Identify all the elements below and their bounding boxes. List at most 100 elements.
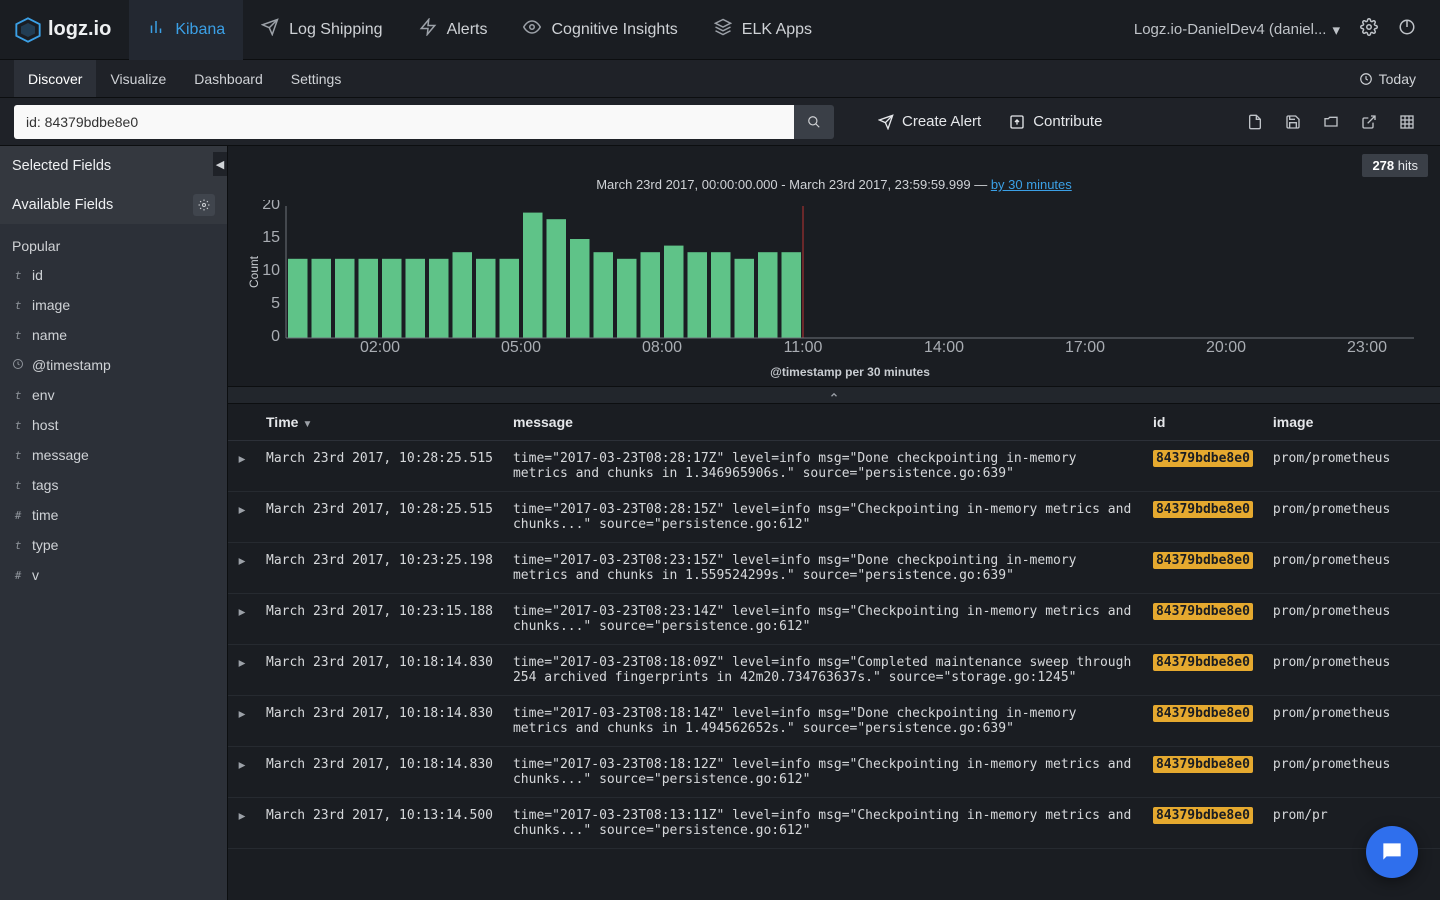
column-header-id[interactable]: id xyxy=(1143,404,1263,441)
row-expand-toggle[interactable]: ▸ xyxy=(228,492,256,543)
subnav-item-visualize[interactable]: Visualize xyxy=(96,60,180,97)
subnav-item-discover[interactable]: Discover xyxy=(14,60,96,97)
field-item-at-timestamp[interactable]: @timestamp xyxy=(0,350,227,380)
query-submit-button[interactable] xyxy=(794,105,834,139)
field-type-icon: t xyxy=(12,479,24,492)
eye-icon xyxy=(523,18,541,41)
field-item-message[interactable]: tmessage xyxy=(0,440,227,470)
new-search-button[interactable] xyxy=(1236,105,1274,139)
save-icon xyxy=(1285,114,1301,130)
field-item-v[interactable]: #v xyxy=(0,560,227,590)
cell-id: 84379bdbe8e0 xyxy=(1143,543,1263,594)
svg-text:20:00: 20:00 xyxy=(1206,339,1246,356)
bar-chart-icon xyxy=(147,18,165,41)
field-name: v xyxy=(32,567,39,583)
cell-id: 84379bdbe8e0 xyxy=(1143,798,1263,849)
hits-count-badge: 278 hits xyxy=(1362,154,1428,177)
time-range-picker[interactable]: Today xyxy=(1349,60,1426,97)
gear-icon xyxy=(1360,18,1378,36)
account-switcher[interactable]: Logz.io-DanielDev4 (daniel... ▾ xyxy=(1124,21,1350,39)
paper-plane-icon xyxy=(878,114,894,130)
create-alert-button[interactable]: Create Alert xyxy=(864,105,995,139)
column-header-message[interactable]: message xyxy=(503,404,1143,441)
cell-image: prom/prometheus xyxy=(1263,441,1440,492)
field-item-type[interactable]: ttype xyxy=(0,530,227,560)
cell-message: time="2017-03-23T08:18:09Z" level=info m… xyxy=(503,645,1143,696)
cell-message: time="2017-03-23T08:13:11Z" level=info m… xyxy=(503,798,1143,849)
power-icon xyxy=(1398,18,1416,36)
cell-id: 84379bdbe8e0 xyxy=(1143,492,1263,543)
row-expand-toggle[interactable]: ▸ xyxy=(228,543,256,594)
share-search-button[interactable] xyxy=(1350,105,1388,139)
sidebar-collapse-toggle[interactable]: ◀ xyxy=(213,152,227,176)
table-row: ▸March 23rd 2017, 10:28:25.515time="2017… xyxy=(228,441,1440,492)
contribute-button[interactable]: Contribute xyxy=(995,105,1116,139)
field-item-tags[interactable]: ttags xyxy=(0,470,227,500)
interval-picker-link[interactable]: by 30 minutes xyxy=(991,177,1072,192)
histogram-collapse-toggle[interactable] xyxy=(228,386,1440,404)
table-config-button[interactable] xyxy=(1388,105,1426,139)
svg-text:08:00: 08:00 xyxy=(642,339,682,356)
highlighted-id: 84379bdbe8e0 xyxy=(1153,705,1253,722)
settings-gear-button[interactable] xyxy=(1350,18,1388,41)
topnav-item-log-shipping[interactable]: Log Shipping xyxy=(243,0,400,60)
row-expand-toggle[interactable]: ▸ xyxy=(228,441,256,492)
histogram-chart[interactable]: 05101520Count02:0005:0008:0011:0014:0017… xyxy=(240,200,1428,380)
row-expand-toggle[interactable]: ▸ xyxy=(228,696,256,747)
field-item-host[interactable]: thost xyxy=(0,410,227,440)
field-item-id[interactable]: tid xyxy=(0,260,227,290)
external-link-icon xyxy=(1361,114,1377,130)
cell-time: March 23rd 2017, 10:18:14.830 xyxy=(256,696,503,747)
row-expand-toggle[interactable]: ▸ xyxy=(228,798,256,849)
cell-id: 84379bdbe8e0 xyxy=(1143,441,1263,492)
svg-text:5: 5 xyxy=(271,295,280,312)
top-nav: logz.io Kibana Log Shipping Alerts Cognitiv… xyxy=(0,0,1440,60)
save-search-button[interactable] xyxy=(1274,105,1312,139)
chevron-up-icon xyxy=(827,390,841,400)
highlighted-id: 84379bdbe8e0 xyxy=(1153,501,1253,518)
field-item-time[interactable]: #time xyxy=(0,500,227,530)
cell-id: 84379bdbe8e0 xyxy=(1143,645,1263,696)
svg-text:10: 10 xyxy=(262,262,280,279)
topnav-item-cognitive-insights[interactable]: Cognitive Insights xyxy=(505,0,695,60)
intercom-chat-button[interactable] xyxy=(1366,826,1418,878)
cell-message: time="2017-03-23T08:28:17Z" level=info m… xyxy=(503,441,1143,492)
results-table: Time▼messageidimage ▸March 23rd 2017, 10… xyxy=(228,404,1440,849)
chevron-down-icon: ▾ xyxy=(1332,21,1340,39)
brand-name: logz.io xyxy=(48,18,111,41)
column-header-image[interactable]: image xyxy=(1263,404,1440,441)
cell-image: prom/prometheus xyxy=(1263,645,1440,696)
subnav-item-dashboard[interactable]: Dashboard xyxy=(180,60,277,97)
cell-time: March 23rd 2017, 10:23:15.188 xyxy=(256,594,503,645)
cell-message: time="2017-03-23T08:23:15Z" level=info m… xyxy=(503,543,1143,594)
brand-logo[interactable]: logz.io xyxy=(14,16,111,44)
query-input[interactable] xyxy=(14,105,794,139)
results-table-scroll[interactable]: Time▼messageidimage ▸March 23rd 2017, 10… xyxy=(228,404,1440,900)
logout-button[interactable] xyxy=(1388,18,1426,41)
cell-image: prom/prometheus xyxy=(1263,696,1440,747)
field-name: type xyxy=(32,537,58,553)
topnav-item-label: Log Shipping xyxy=(289,21,382,39)
table-row: ▸March 23rd 2017, 10:23:15.188time="2017… xyxy=(228,594,1440,645)
topnav-item-label: Cognitive Insights xyxy=(551,21,677,39)
topnav-item-label: ELK Apps xyxy=(742,21,812,39)
row-expand-toggle[interactable]: ▸ xyxy=(228,747,256,798)
available-fields-header: Available Fields xyxy=(0,182,227,224)
svg-text:15: 15 xyxy=(262,229,280,246)
field-item-name[interactable]: tname xyxy=(0,320,227,350)
field-name: image xyxy=(32,297,70,313)
topnav-item-kibana[interactable]: Kibana xyxy=(129,0,243,60)
row-expand-toggle[interactable]: ▸ xyxy=(228,645,256,696)
column-header-time[interactable]: Time▼ xyxy=(256,404,503,441)
open-search-button[interactable] xyxy=(1312,105,1350,139)
topnav-item-alerts[interactable]: Alerts xyxy=(401,0,506,60)
topnav-item-elk-apps[interactable]: ELK Apps xyxy=(696,0,830,60)
field-filter-settings-button[interactable] xyxy=(193,194,215,216)
field-item-image[interactable]: timage xyxy=(0,290,227,320)
row-expand-toggle[interactable]: ▸ xyxy=(228,594,256,645)
field-item-env[interactable]: tenv xyxy=(0,380,227,410)
field-name: host xyxy=(32,417,58,433)
subnav-item-settings[interactable]: Settings xyxy=(277,60,356,97)
field-type-icon xyxy=(12,358,24,373)
svg-text:@timestamp per 30 minutes: @timestamp per 30 minutes xyxy=(770,365,930,379)
